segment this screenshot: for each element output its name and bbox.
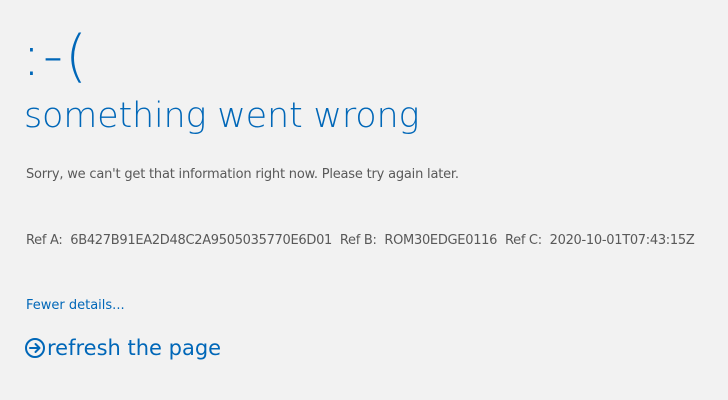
- error-message: Sorry, we can't get that information rig…: [26, 167, 459, 182]
- ref-c-value: 2020-10-01T07:43:15Z: [549, 233, 695, 248]
- reference-codes: Ref A: 6B427B91EA2D48C2A9505035770E6D01 …: [26, 231, 695, 251]
- ref-a-value: 6B427B91EA2D48C2A9505035770E6D01: [70, 233, 333, 248]
- error-headline: something went wrong: [24, 96, 420, 136]
- refresh-page-button[interactable]: refresh the page: [24, 333, 221, 363]
- ref-c-label: Ref C:: [504, 233, 542, 248]
- refresh-page-label: refresh the page: [47, 336, 222, 360]
- ref-b-label: Ref B:: [339, 233, 377, 248]
- ref-b-value: ROM30EDGE0116: [384, 233, 498, 248]
- circle-arrow-right-icon: [24, 337, 46, 359]
- fewer-details-link[interactable]: Fewer details...: [26, 296, 125, 316]
- ref-a-label: Ref A:: [26, 233, 63, 248]
- sad-emoticon: :-(: [22, 24, 89, 89]
